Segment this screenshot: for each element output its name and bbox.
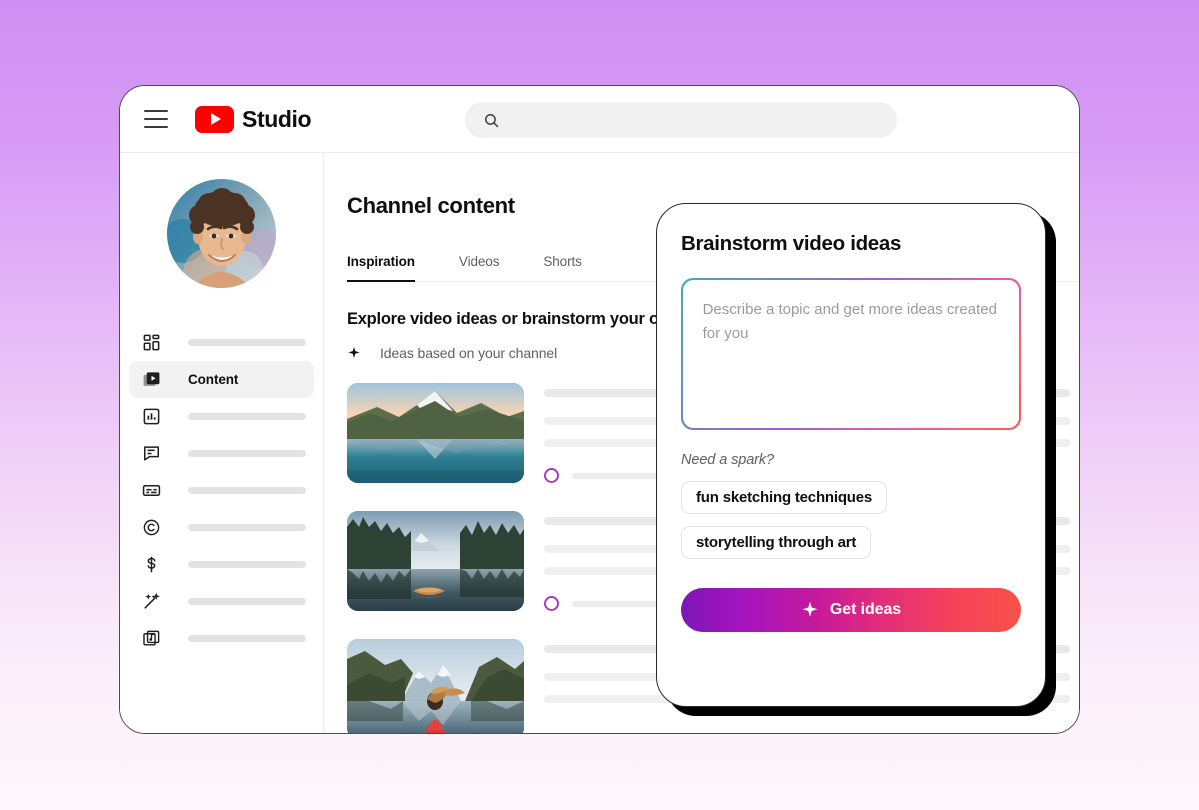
earn-dollar-icon	[140, 553, 163, 576]
ideas-subheading-label: Ideas based on your channel	[380, 345, 558, 361]
sidebar-item-audio-library[interactable]	[129, 620, 314, 657]
progress-ring-icon	[544, 596, 559, 611]
search-bar[interactable]	[465, 102, 897, 138]
brainstorm-modal: Brainstorm video ideas Need a spark? fun…	[656, 203, 1046, 707]
need-a-spark-label: Need a spark?	[681, 452, 775, 468]
sidebar-item-dashboard[interactable]	[129, 324, 314, 361]
modal-title: Brainstorm video ideas	[681, 232, 902, 255]
boat-on-forest-lake-thumbnail[interactable]	[347, 511, 524, 611]
sidebar-item-placeholder	[188, 561, 306, 568]
sidebar-item-subtitles[interactable]	[129, 472, 314, 509]
sidebar-nav: Content	[120, 324, 323, 657]
topic-textarea-wrapper	[681, 278, 1021, 430]
get-ideas-label: Get ideas	[829, 601, 902, 618]
analytics-icon	[140, 405, 163, 428]
hiker-red-jacket-mountain-lake-thumbnail[interactable]	[347, 639, 524, 733]
search-input[interactable]	[512, 112, 897, 128]
progress-ring-icon	[544, 468, 559, 483]
content-icon	[140, 368, 163, 391]
audio-library-icon	[140, 627, 163, 650]
suggestion-chip-2[interactable]: storytelling through art	[681, 526, 872, 559]
sidebar: Content	[120, 153, 324, 733]
youtube-logo-icon	[195, 105, 234, 133]
sidebar-item-customization[interactable]	[129, 583, 314, 620]
sidebar-item-placeholder	[188, 413, 306, 420]
topic-textarea[interactable]	[702, 297, 1000, 411]
sidebar-item-placeholder	[188, 339, 306, 346]
hamburger-menu-icon[interactable]	[144, 110, 168, 128]
sidebar-item-placeholder	[188, 450, 306, 457]
sidebar-item-comments[interactable]	[129, 435, 314, 472]
tab-inspiration[interactable]: Inspiration	[347, 254, 429, 282]
get-ideas-button[interactable]: Get ideas	[681, 588, 1021, 632]
youtube-studio-brand[interactable]: Studio	[195, 105, 312, 133]
suggestion-chip-1[interactable]: fun sketching techniques	[681, 481, 888, 514]
sidebar-item-analytics[interactable]	[129, 398, 314, 435]
brand-label: Studio	[242, 105, 312, 132]
comments-icon	[140, 442, 163, 465]
copyright-icon	[140, 516, 163, 539]
sparkle-icon	[347, 346, 361, 360]
subtitles-icon	[140, 479, 163, 502]
sidebar-item-copyright[interactable]	[129, 509, 314, 546]
suggestion-chip-list: fun sketching techniques storytelling th…	[681, 481, 1021, 571]
customization-wand-icon	[140, 590, 163, 613]
tab-shorts[interactable]: Shorts	[543, 254, 595, 281]
sidebar-item-content-label: Content	[188, 372, 239, 387]
sidebar-item-earn[interactable]	[129, 546, 314, 583]
avatar[interactable]	[167, 179, 276, 288]
sparkle-icon	[801, 601, 819, 619]
dashboard-icon	[140, 331, 163, 354]
sidebar-item-placeholder	[188, 598, 306, 605]
matterhorn-lake-reflection-thumbnail[interactable]	[347, 383, 524, 483]
search-icon	[483, 112, 500, 129]
sidebar-item-placeholder	[188, 524, 306, 531]
tab-videos[interactable]: Videos	[459, 254, 513, 281]
sidebar-item-placeholder	[188, 487, 306, 494]
sidebar-item-content[interactable]: Content	[129, 361, 314, 398]
sidebar-item-placeholder	[188, 635, 306, 642]
app-header: Studio	[120, 86, 1079, 153]
